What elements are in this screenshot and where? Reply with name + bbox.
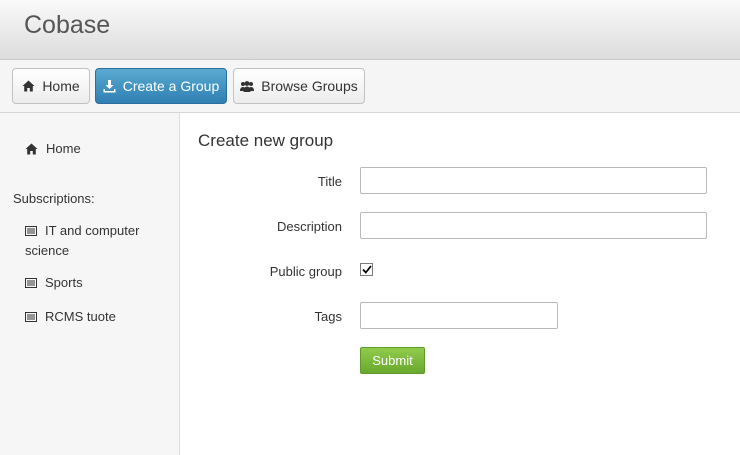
group-icon xyxy=(240,80,255,92)
home-button[interactable]: Home xyxy=(12,68,90,104)
list-icon xyxy=(25,226,37,236)
list-icon xyxy=(25,312,37,322)
form-title: Create new group xyxy=(198,131,334,150)
app-header: Cobase xyxy=(0,0,740,60)
sidebar: Home Subscriptions: IT and computer scie… xyxy=(0,113,180,455)
download-icon xyxy=(103,79,116,92)
description-input[interactable] xyxy=(360,212,707,239)
home-icon xyxy=(22,80,35,92)
submit-button[interactable]: Submit xyxy=(360,347,425,374)
sidebar-item-home[interactable]: Home xyxy=(25,141,81,156)
subscription-label: IT and computer science xyxy=(25,223,140,258)
create-group-form: Create new group Title Description Publi… xyxy=(180,113,740,455)
title-input[interactable] xyxy=(360,167,707,194)
subscription-label: Sports xyxy=(45,275,83,290)
home-icon xyxy=(25,143,38,154)
public-group-checkbox[interactable] xyxy=(360,263,373,276)
sidebar-item-subscription[interactable]: Sports xyxy=(25,273,165,293)
subscriptions-heading: Subscriptions: xyxy=(13,191,95,206)
sidebar-item-subscription[interactable]: IT and computer science xyxy=(25,221,165,261)
tags-input[interactable] xyxy=(360,302,558,329)
toolbar: Home Create a Group Browse Groups xyxy=(0,60,740,113)
create-group-button[interactable]: Create a Group xyxy=(95,68,227,104)
checkmark-icon xyxy=(361,265,372,274)
list-icon xyxy=(25,278,37,288)
brand-title[interactable]: Cobase xyxy=(24,11,110,40)
browse-groups-button[interactable]: Browse Groups xyxy=(233,68,365,104)
create-group-button-label: Create a Group xyxy=(122,78,220,94)
title-label: Title xyxy=(317,174,342,189)
subscription-label: RCMS tuote xyxy=(45,309,116,324)
sidebar-item-label: Home xyxy=(46,141,81,156)
home-button-label: Home xyxy=(42,78,80,94)
public-group-label: Public group xyxy=(269,264,342,279)
browse-groups-button-label: Browse Groups xyxy=(261,78,358,94)
description-label: Description xyxy=(276,219,342,234)
sidebar-item-subscription[interactable]: RCMS tuote xyxy=(25,307,165,327)
tags-label: Tags xyxy=(314,309,342,324)
